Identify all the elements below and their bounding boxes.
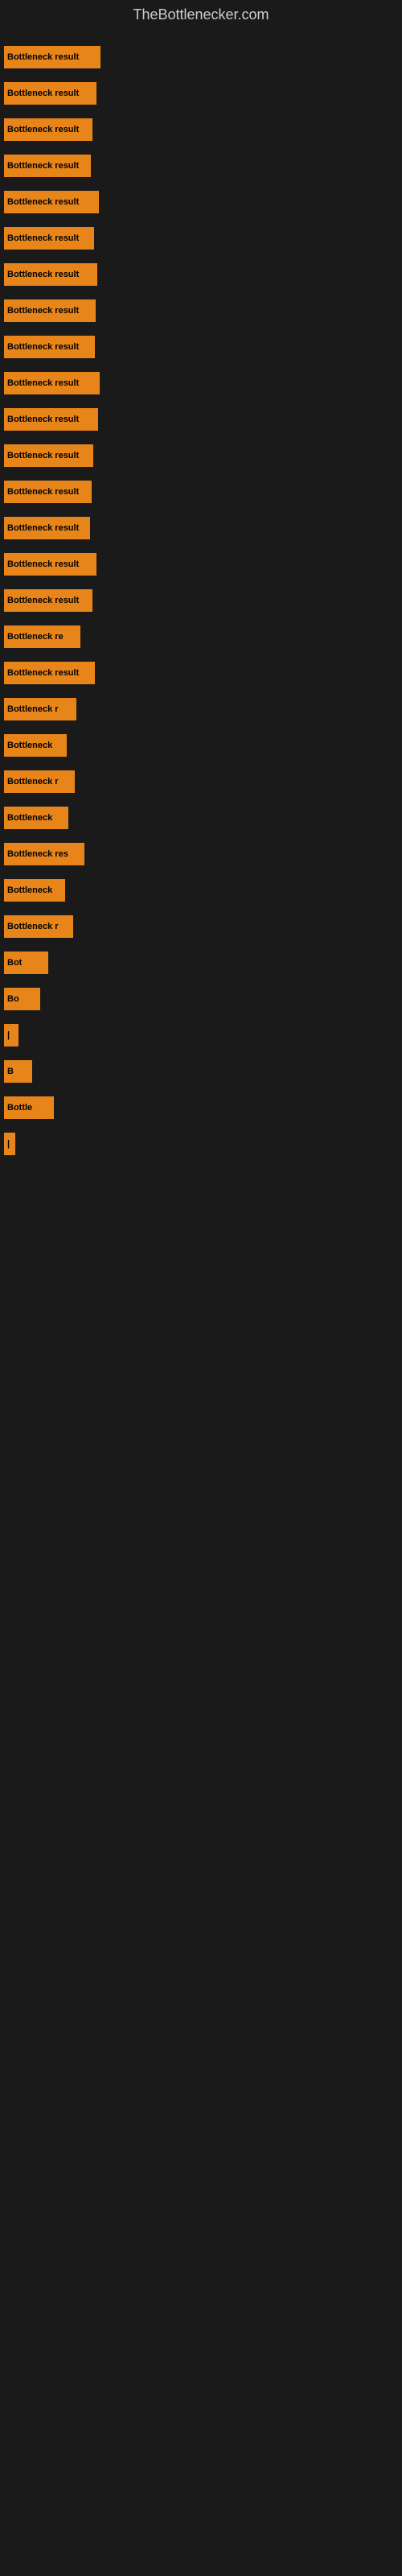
bar-item: Bottleneck result — [4, 589, 92, 612]
bar-item: Bottleneck result — [4, 517, 90, 539]
bar-label: Bottleneck result — [7, 668, 79, 678]
bar-label: | — [7, 1030, 10, 1040]
bar-label: Bottleneck result — [7, 270, 79, 279]
bar-label: Bottleneck result — [7, 342, 79, 352]
bar-item: Bottle — [4, 1096, 54, 1119]
bar-label: Bottleneck result — [7, 451, 79, 460]
bar-item: Bottleneck result — [4, 553, 96, 576]
bar-label: Bottle — [7, 1103, 32, 1113]
bar-label: Bottleneck r — [7, 704, 59, 714]
bar-label: Bo — [7, 994, 19, 1004]
site-title: TheBottlenecker.com — [0, 0, 402, 30]
bar-label: Bottleneck — [7, 741, 52, 750]
bar-label: Bottleneck result — [7, 487, 79, 497]
bar-item: Bottleneck result — [4, 82, 96, 105]
bar-label: Bottleneck res — [7, 849, 68, 859]
bar-item: | — [4, 1133, 15, 1155]
bar-item: Bo — [4, 988, 40, 1010]
bar-item: Bottleneck — [4, 734, 67, 757]
bar-label: B — [7, 1067, 14, 1076]
bar-label: Bottleneck result — [7, 306, 79, 316]
bar-label: Bottleneck — [7, 886, 52, 895]
bar-item: Bottleneck result — [4, 118, 92, 141]
bar-item: Bottleneck result — [4, 227, 94, 250]
bar-item: | — [4, 1024, 18, 1046]
bar-item: Bottleneck re — [4, 625, 80, 648]
bar-label: Bottleneck result — [7, 596, 79, 605]
bar-label: Bottleneck result — [7, 161, 79, 171]
bar-label: Bottleneck — [7, 813, 52, 823]
bar-label: Bottleneck result — [7, 197, 79, 207]
bar-label: Bottleneck result — [7, 52, 79, 62]
bar-item: Bot — [4, 952, 48, 974]
bar-item: Bottleneck result — [4, 299, 96, 322]
bar-item: Bottleneck r — [4, 915, 73, 938]
bar-label: Bottleneck r — [7, 777, 59, 786]
bar-item: Bottleneck result — [4, 155, 91, 177]
bar-item: Bottleneck result — [4, 481, 92, 503]
bar-label: Bot — [7, 958, 22, 968]
bar-item: Bottleneck result — [4, 408, 98, 431]
bar-item: Bottleneck result — [4, 444, 93, 467]
bar-item: Bottleneck r — [4, 770, 75, 793]
bar-item: Bottleneck res — [4, 843, 84, 865]
bar-item: B — [4, 1060, 32, 1083]
bar-label: Bottleneck result — [7, 233, 79, 243]
bar-label: Bottleneck r — [7, 922, 59, 931]
bar-item: Bottleneck — [4, 879, 65, 902]
bar-item: Bottleneck result — [4, 46, 100, 68]
bar-label: Bottleneck result — [7, 523, 79, 533]
bar-item: Bottleneck result — [4, 372, 100, 394]
bar-item: Bottleneck result — [4, 336, 95, 358]
bar-item: Bottleneck r — [4, 698, 76, 720]
bar-label: Bottleneck result — [7, 415, 79, 424]
bar-item: Bottleneck result — [4, 662, 95, 684]
bar-label: Bottleneck result — [7, 125, 79, 134]
bar-item: Bottleneck result — [4, 191, 99, 213]
chart-area: Bottleneck result Bottleneck result Bottle… — [0, 30, 402, 2525]
bar-item: Bottleneck — [4, 807, 68, 829]
bar-label: Bottleneck result — [7, 89, 79, 98]
bar-label: Bottleneck result — [7, 378, 79, 388]
bar-label: Bottleneck result — [7, 559, 79, 569]
bar-item: Bottleneck result — [4, 263, 97, 286]
bar-label: | — [7, 1139, 10, 1149]
bar-label: Bottleneck re — [7, 632, 64, 642]
